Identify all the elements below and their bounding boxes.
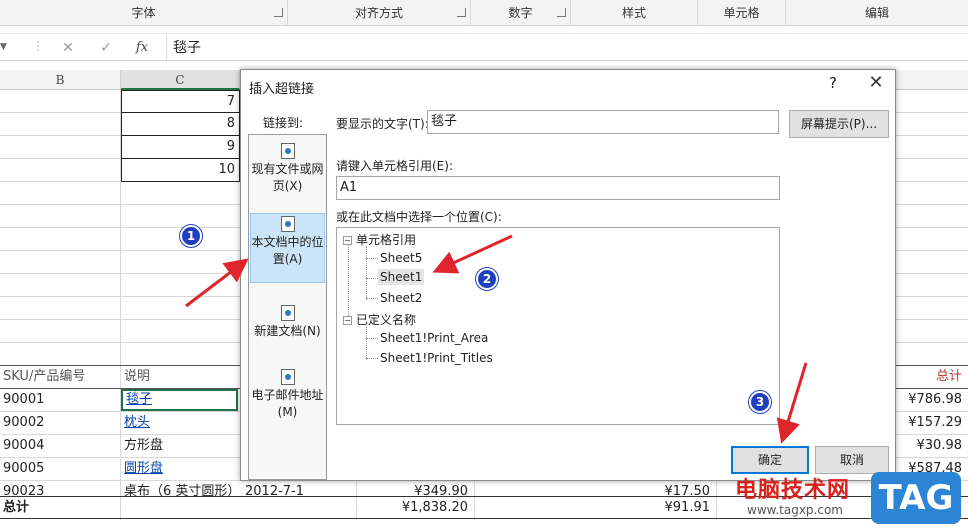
arrow-annotation-2 — [432, 234, 513, 274]
watermark-text: 电脑技术网 — [735, 478, 851, 503]
annotation-badge-2: 2 — [476, 268, 498, 290]
arrow-annotation-1 — [185, 258, 249, 308]
annotation-arrows — [185, 234, 808, 444]
watermark-url: www.tagxp.com — [747, 503, 843, 517]
watermark: 电脑技术网 www.tagxp.com TAG — [735, 470, 965, 528]
watermark-tag-logo: TAG — [871, 472, 961, 524]
annotation-badge-1: 1 — [180, 225, 202, 247]
annotation-badge-3: 3 — [749, 391, 771, 413]
arrow-annotation-3 — [776, 362, 808, 444]
